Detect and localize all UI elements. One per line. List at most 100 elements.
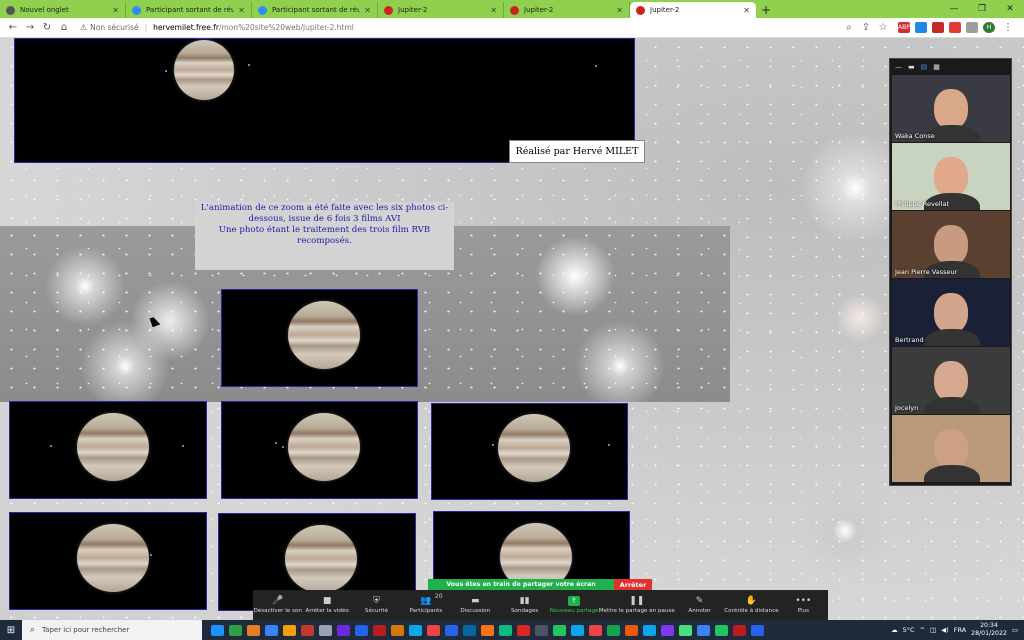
bookmark-star-icon[interactable]: ☆ bbox=[876, 22, 890, 33]
security-button[interactable]: ⛨ Sécurité bbox=[352, 590, 401, 620]
more-button[interactable]: ••• Plus bbox=[779, 590, 828, 620]
mute-button[interactable]: 🎤 Désactiver le son bbox=[253, 590, 302, 620]
weather-temperature[interactable]: 5°C bbox=[903, 626, 915, 634]
menu-kebab-icon[interactable]: ⋮ bbox=[1001, 22, 1015, 33]
zoom-lens-icon[interactable]: ⌕ bbox=[842, 22, 856, 33]
reload-icon[interactable]: ↻ bbox=[40, 22, 54, 33]
taskbar-app-icon[interactable] bbox=[499, 624, 512, 636]
pause-share-button[interactable]: ❚❚ Mettre le partage en pause bbox=[599, 590, 675, 620]
taskbar-app-icon[interactable] bbox=[355, 624, 368, 636]
browser-tab[interactable]: Participant sortant de réunion - Z✕ bbox=[252, 2, 378, 18]
taskbar-app-icon[interactable] bbox=[607, 624, 620, 636]
taskbar-app-icon[interactable] bbox=[679, 624, 692, 636]
taskbar-app-icon[interactable] bbox=[427, 624, 440, 636]
taskbar-app-icon[interactable] bbox=[247, 624, 260, 636]
taskbar-app-icon[interactable] bbox=[535, 624, 548, 636]
taskbar-app-icon[interactable] bbox=[643, 624, 656, 636]
zoom-meeting-toolbar: 🎤 Désactiver le son ■ Arrêter la vidéo ⛨ Sécu… bbox=[253, 590, 828, 620]
stop-share-button[interactable]: Arrêter bbox=[614, 579, 652, 590]
tab-close-icon[interactable]: ✕ bbox=[616, 6, 623, 15]
share-icon[interactable]: ⇪ bbox=[859, 22, 873, 33]
taskbar-app-icon[interactable] bbox=[571, 624, 584, 636]
participant-video-tile[interactable]: Jocelyn bbox=[892, 347, 1010, 414]
browser-tab[interactable]: Jupiter-2 ✕ bbox=[630, 2, 756, 18]
participant-name: Bertrand bbox=[895, 336, 924, 344]
toolbar-label: Annoter bbox=[688, 608, 711, 614]
network-icon[interactable]: ◫ bbox=[930, 626, 936, 634]
taskbar-app-icon[interactable] bbox=[265, 624, 278, 636]
tab-close-icon[interactable]: ✕ bbox=[238, 6, 245, 15]
home-icon[interactable]: ⌂ bbox=[57, 22, 71, 33]
chat-button[interactable]: ▬ Discussion bbox=[451, 590, 500, 620]
taskbar-search-box[interactable]: ⌕ Taper ici pour rechercher bbox=[22, 620, 202, 640]
address-bar[interactable]: ⚠ Non sécurisé | hervemilet.free.fr/mon%… bbox=[80, 23, 842, 32]
participant-video-tile[interactable]: Bertrand bbox=[892, 279, 1010, 346]
taskbar-app-icon[interactable] bbox=[283, 624, 296, 636]
forward-icon[interactable]: → bbox=[23, 22, 37, 33]
browser-tab[interactable]: Jupiter-2 ✕ bbox=[378, 2, 504, 18]
taskbar-app-icon[interactable] bbox=[553, 624, 566, 636]
tab-close-icon[interactable]: ✕ bbox=[490, 6, 497, 15]
url-host: hervemilet.free.fr bbox=[153, 23, 219, 32]
tab-close-icon[interactable]: ✕ bbox=[112, 6, 119, 15]
extension-abp-icon[interactable]: ABP bbox=[898, 22, 910, 33]
taskbar-app-icon[interactable] bbox=[211, 624, 224, 636]
taskbar-app-icon[interactable] bbox=[481, 624, 494, 636]
browser-tab[interactable]: Nouvel onglet ✕ bbox=[0, 2, 126, 18]
browser-tab[interactable]: Jupiter-2 ✕ bbox=[504, 2, 630, 18]
volume-icon[interactable]: ◀) bbox=[941, 626, 949, 634]
participant-video-tile[interactable] bbox=[892, 415, 1010, 482]
windows-start-icon[interactable]: ⊞ bbox=[0, 625, 22, 636]
gallery-view-icon[interactable]: ▦ bbox=[933, 63, 940, 71]
taskbar-app-icon[interactable] bbox=[445, 624, 458, 636]
window-restore-icon[interactable]: ❐ bbox=[968, 4, 996, 14]
weather-icon[interactable]: ☁ bbox=[891, 626, 898, 634]
clock[interactable]: 20:34 28/01/2022 bbox=[971, 622, 1007, 638]
stop-video-button[interactable]: ■ Arrêter la vidéo bbox=[302, 590, 351, 620]
participant-video-tile[interactable]: Philippe Revellat bbox=[892, 143, 1010, 210]
taskbar-app-icon[interactable] bbox=[319, 624, 332, 636]
tab-close-icon[interactable]: ✕ bbox=[364, 6, 371, 15]
profile-avatar[interactable]: H bbox=[983, 22, 995, 33]
language-indicator[interactable]: FRA bbox=[954, 626, 966, 634]
annotate-button[interactable]: ✎ Annoter bbox=[675, 590, 724, 620]
taskbar-app-icon[interactable] bbox=[301, 624, 314, 636]
taskbar-app-icon[interactable] bbox=[715, 624, 728, 636]
participants-button[interactable]: 👥 Participants 20 bbox=[401, 590, 450, 620]
extensions-puzzle-icon[interactable] bbox=[966, 22, 978, 33]
tray-chevron-icon[interactable]: ^ bbox=[920, 626, 925, 634]
speaker-view-icon[interactable]: ▤ bbox=[921, 63, 928, 71]
participant-video-tile[interactable]: Waka Conse bbox=[892, 75, 1010, 142]
notifications-icon[interactable]: ▭ bbox=[1012, 626, 1018, 634]
window-close-icon[interactable]: ✕ bbox=[996, 4, 1024, 14]
taskbar-app-icon[interactable] bbox=[229, 624, 242, 636]
taskbar-app-icon[interactable] bbox=[733, 624, 746, 636]
extension-icon[interactable] bbox=[915, 22, 927, 33]
extension-icon[interactable] bbox=[932, 22, 944, 33]
taskbar-app-icon[interactable] bbox=[751, 624, 764, 636]
taskbar-app-icon[interactable] bbox=[697, 624, 710, 636]
taskbar-app-icon[interactable] bbox=[589, 624, 602, 636]
minimize-icon[interactable]: — bbox=[895, 63, 902, 71]
taskbar-app-icon[interactable] bbox=[391, 624, 404, 636]
taskbar-app-icon[interactable] bbox=[373, 624, 386, 636]
tab-close-icon[interactable]: ✕ bbox=[743, 6, 750, 15]
taskbar-app-icon[interactable] bbox=[409, 624, 422, 636]
back-icon[interactable]: ← bbox=[6, 22, 20, 33]
taskbar-app-icon[interactable] bbox=[625, 624, 638, 636]
polls-button[interactable]: ▮▮ Sondages bbox=[500, 590, 549, 620]
taskbar-app-icon[interactable] bbox=[661, 624, 674, 636]
thumbnail-view-icon[interactable]: ▬ bbox=[908, 63, 915, 71]
extension-icon[interactable] bbox=[949, 22, 961, 33]
window-minimize-icon[interactable]: — bbox=[940, 4, 968, 14]
tab-title: Nouvel onglet bbox=[20, 6, 69, 14]
new-share-button[interactable]: ↑ Nouveau partage bbox=[549, 590, 598, 620]
chevron-down-icon[interactable]: ⌄ bbox=[890, 483, 1011, 495]
taskbar-app-icon[interactable] bbox=[517, 624, 530, 636]
new-tab-button[interactable]: + bbox=[756, 2, 776, 18]
browser-tab[interactable]: Participant sortant de réunion - Z✕ bbox=[126, 2, 252, 18]
taskbar-app-icon[interactable] bbox=[337, 624, 350, 636]
remote-control-button[interactable]: ✋ Contrôle à distance bbox=[724, 590, 778, 620]
participant-video-tile[interactable]: Jean Pierre Vasseur bbox=[892, 211, 1010, 278]
taskbar-app-icon[interactable] bbox=[463, 624, 476, 636]
